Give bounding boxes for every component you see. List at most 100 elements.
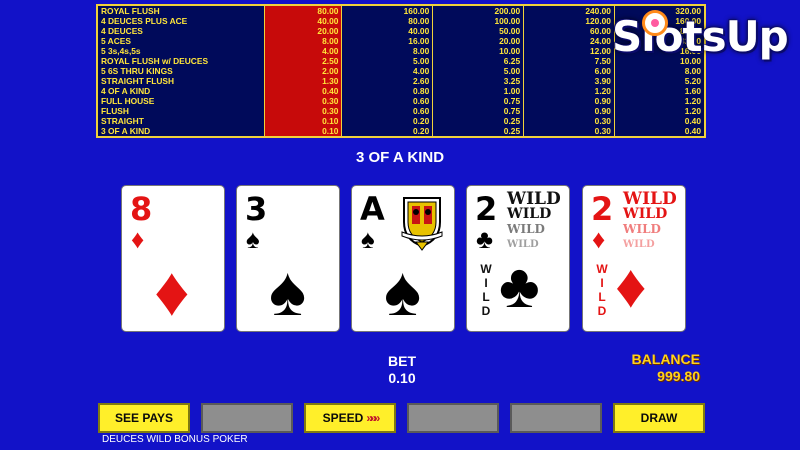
balance-label: BALANCE bbox=[631, 351, 700, 367]
pay-table-value: 3.90 bbox=[523, 76, 615, 86]
blank-button-2[interactable] bbox=[407, 403, 499, 433]
pay-table-value: 0.80 bbox=[341, 86, 434, 96]
pay-table-hand: STRAIGHT FLUSH bbox=[98, 76, 265, 86]
pay-table-row: 3 OF A KIND 0.10 0.20 0.25 0.30 0.40 bbox=[98, 126, 704, 136]
slotsup-logo: SlotsUp bbox=[612, 8, 798, 72]
pay-table-row: FULL HOUSE 0.30 0.60 0.75 0.90 1.20 bbox=[98, 96, 704, 106]
speed-label: SPEED bbox=[322, 411, 364, 425]
see-pays-button[interactable]: SEE PAYS bbox=[98, 403, 190, 433]
pay-table-row: FLUSH 0.30 0.60 0.75 0.90 1.20 bbox=[98, 106, 704, 116]
pay-table-value: 40.00 bbox=[341, 26, 434, 36]
pay-table-value: 6.00 bbox=[523, 66, 615, 76]
pay-table-value: 200.00 bbox=[432, 6, 525, 16]
wild-vertical-text: W I L D bbox=[596, 262, 608, 318]
wild-letter: I bbox=[600, 276, 604, 290]
pay-table-value: 4.00 bbox=[264, 46, 343, 56]
card-3[interactable]: A ♠ ♠ bbox=[351, 185, 455, 332]
pay-table-row: 4 OF A KIND 0.40 0.80 1.00 1.20 1.60 bbox=[98, 86, 704, 96]
wild-text: WILD bbox=[623, 206, 668, 222]
pay-table-value: 24.00 bbox=[523, 36, 615, 46]
wild-text-stack: WILD WILD WILD WILD bbox=[623, 189, 677, 252]
speed-arrows-icon: »»» bbox=[366, 411, 380, 425]
blank-button-3[interactable] bbox=[510, 403, 602, 433]
card-2-rank: 3 bbox=[245, 190, 268, 228]
pay-table-value: 0.10 bbox=[264, 126, 343, 136]
game-name-label: DEUCES WILD BONUS POKER bbox=[102, 434, 248, 445]
speed-button[interactable]: SPEED »»» bbox=[304, 403, 396, 433]
pay-table-value: 2.60 bbox=[341, 76, 434, 86]
pay-table-value: 0.90 bbox=[523, 96, 615, 106]
pay-table-value: 0.20 bbox=[341, 126, 434, 136]
wild-text: WILD bbox=[507, 222, 545, 236]
spade-suit-icon: ♠ bbox=[361, 224, 375, 254]
balance-value: 999.80 bbox=[657, 368, 700, 384]
card-1-rank: 8 bbox=[130, 190, 153, 228]
wild-text: WILD bbox=[623, 222, 661, 236]
card-1[interactable]: 8 ♦ ♦ bbox=[121, 185, 225, 332]
diamond-suit-large-icon: ♦ bbox=[615, 252, 647, 321]
pay-table-value: 120.00 bbox=[523, 16, 615, 26]
spade-suit-large-icon: ♠ bbox=[384, 252, 422, 330]
pay-table-hand: 4 OF A KIND bbox=[98, 86, 265, 96]
pay-table-value: 20.00 bbox=[264, 26, 343, 36]
wild-letter: L bbox=[598, 290, 606, 304]
pay-table-value: 1.00 bbox=[432, 86, 525, 96]
wild-text: WILD bbox=[623, 239, 655, 250]
pay-table-hand: STRAIGHT bbox=[98, 116, 265, 126]
pay-table-value: 60.00 bbox=[523, 26, 615, 36]
pay-table-value: 5.20 bbox=[684, 76, 701, 86]
pay-table-value: 12.00 bbox=[523, 46, 615, 56]
pay-table-value: 240.00 bbox=[523, 6, 615, 16]
card-5-rank: 2 bbox=[591, 190, 614, 228]
wild-letter: L bbox=[482, 290, 490, 304]
pay-table-hand: ROYAL FLUSH bbox=[98, 6, 265, 16]
ace-crest-icon bbox=[401, 197, 443, 251]
club-suit-large-icon: ♣ bbox=[499, 252, 540, 321]
wild-text: WILD bbox=[623, 189, 677, 209]
card-2[interactable]: 3 ♠ ♠ bbox=[236, 185, 340, 332]
pay-table-value: 2.00 bbox=[264, 66, 343, 76]
pay-table-value: 8.00 bbox=[341, 46, 434, 56]
wild-text-stack: WILD WILD WILD WILD bbox=[507, 191, 561, 252]
pay-table-value: 1.20 bbox=[684, 106, 701, 116]
pay-table-value: 0.30 bbox=[523, 116, 615, 126]
card-5[interactable]: 2 ♦ WILD WILD WILD WILD W I L D ♦ bbox=[582, 185, 686, 332]
pay-table-value: 16.00 bbox=[341, 36, 434, 46]
pay-table-value: 0.40 bbox=[684, 126, 701, 136]
pay-table-value: 0.10 bbox=[264, 116, 343, 126]
pay-table-value: 1.30 bbox=[264, 76, 343, 86]
card-3-rank: A bbox=[360, 190, 385, 228]
pay-table-value: 160.00 bbox=[341, 6, 434, 16]
pay-table-value: 1.20 bbox=[684, 96, 701, 106]
pay-table-value: 0.60 bbox=[341, 96, 434, 106]
wild-vertical-text: W I L D bbox=[480, 262, 492, 318]
pay-table-value: 5.00 bbox=[341, 56, 434, 66]
logo-badge-icon bbox=[642, 10, 668, 36]
pay-table-value: 80.00 bbox=[341, 16, 434, 26]
pay-table-value: 0.30 bbox=[264, 106, 343, 116]
card-4[interactable]: 2 ♣ WILD WILD WILD WILD W I L D ♣ bbox=[466, 185, 570, 332]
pay-table-hand: 5 ACES bbox=[98, 36, 265, 46]
pay-table-value: 1.20 bbox=[523, 86, 615, 96]
pay-table-value: 2.50 bbox=[264, 56, 343, 66]
draw-button[interactable]: DRAW bbox=[613, 403, 705, 433]
wild-text: WILD bbox=[507, 206, 552, 222]
pay-table-value: 6.25 bbox=[432, 56, 525, 66]
hand-result-label: 3 OF A KIND bbox=[355, 149, 445, 166]
wild-text: WILD bbox=[507, 239, 539, 250]
pay-table-value: 0.40 bbox=[264, 86, 343, 96]
bet-value: 0.10 bbox=[388, 370, 416, 386]
spade-suit-icon: ♠ bbox=[246, 224, 260, 254]
wild-letter: D bbox=[597, 304, 607, 318]
pay-table-value: 0.25 bbox=[432, 126, 525, 136]
pay-table-value: 0.25 bbox=[432, 116, 525, 126]
pay-table-value: 0.75 bbox=[432, 106, 525, 116]
diamond-suit-icon: ♦ bbox=[131, 224, 145, 254]
pay-table-hand: FLUSH bbox=[98, 106, 265, 116]
blank-button-1[interactable] bbox=[201, 403, 293, 433]
diamond-suit-large-icon: ♦ bbox=[154, 252, 190, 330]
card-4-rank: 2 bbox=[475, 190, 498, 228]
pay-table-value: 40.00 bbox=[264, 16, 343, 26]
pay-table-hand: 3 OF A KIND bbox=[98, 126, 265, 136]
spade-suit-large-icon: ♠ bbox=[269, 252, 307, 330]
